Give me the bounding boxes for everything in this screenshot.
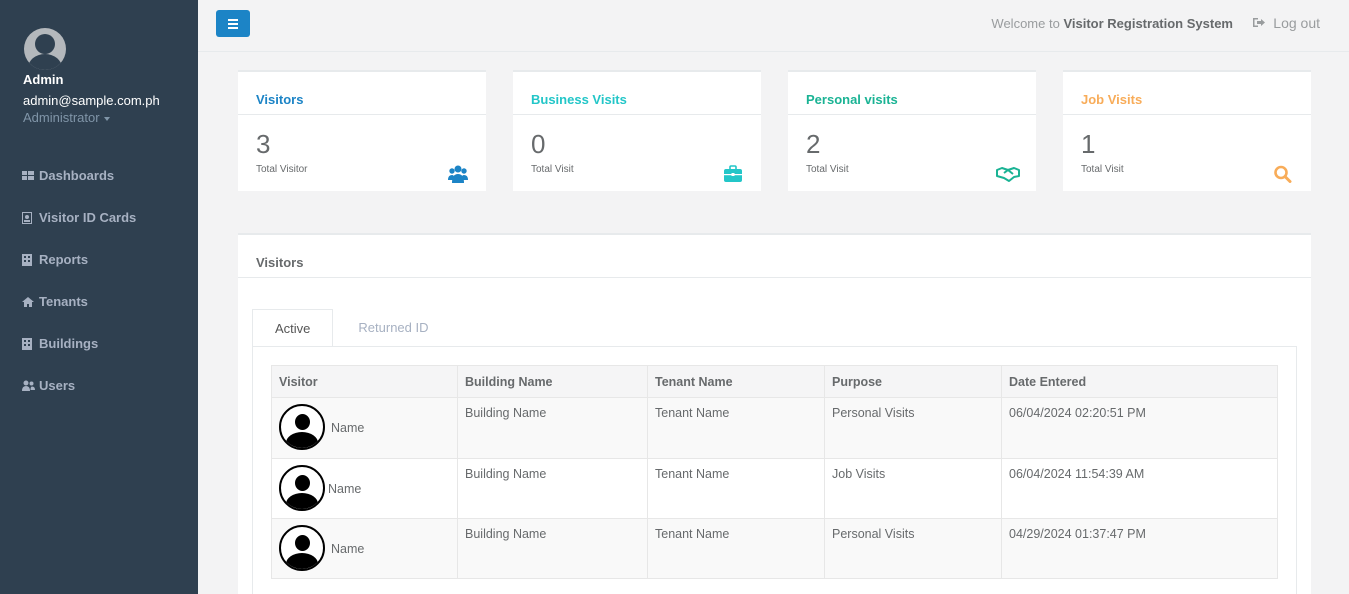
- visitors-table: Visitor Building Name Tenant Name Purpos…: [271, 365, 1278, 579]
- system-name: Visitor Registration System: [1063, 16, 1233, 31]
- tab-content: Visitor Building Name Tenant Name Purpos…: [252, 346, 1297, 594]
- purpose-cell: Personal Visits: [824, 518, 1002, 579]
- visitor-avatar: [279, 465, 325, 511]
- visitor-avatar: [279, 404, 325, 450]
- sidebar-item-label: Tenants: [39, 294, 88, 309]
- user-avatar[interactable]: [24, 28, 66, 70]
- tenant-cell: Tenant Name: [647, 458, 825, 519]
- building-cell: Building Name: [457, 397, 648, 459]
- visitors-panel: Visitors Active Returned ID Visitor Buil…: [238, 233, 1311, 594]
- sidebar-item-visitor-id-cards[interactable]: Visitor ID Cards: [22, 210, 136, 225]
- card-value: 2: [806, 129, 821, 159]
- home-icon: [22, 296, 34, 308]
- sidebar-item-label: Reports: [39, 252, 89, 267]
- building-cell: Building Name: [457, 518, 648, 579]
- sidebar-item-label: Dashboards: [39, 168, 115, 183]
- sidebar-item-buildings[interactable]: Buildings: [22, 336, 98, 351]
- purpose-cell: Personal Visits: [824, 397, 1002, 459]
- user-role-dropdown[interactable]: Administrator: [23, 110, 110, 125]
- card-value: 0: [531, 129, 546, 159]
- visitors-card: Visitors 3 Total Visitor: [238, 70, 486, 191]
- users-icon: [22, 380, 35, 392]
- column-header-purpose[interactable]: Purpose: [824, 365, 1002, 398]
- user-role-label: Administrator: [23, 110, 100, 125]
- handshake-icon: [996, 165, 1020, 183]
- card-title: Job Visits: [1063, 72, 1311, 115]
- card-value: 1: [1081, 129, 1096, 159]
- sidebar-item-label: Buildings: [39, 336, 99, 351]
- card-value: 3: [256, 129, 271, 159]
- top-navbar: Welcome to Visitor Registration System L…: [198, 0, 1349, 52]
- tab-returned-id[interactable]: Returned ID: [333, 309, 450, 347]
- column-header-tenant-name[interactable]: Tenant Name: [647, 365, 825, 398]
- visitor-name: Name: [331, 541, 365, 556]
- sidebar-item-reports[interactable]: Reports: [22, 252, 88, 267]
- card-title: Business Visits: [513, 72, 761, 115]
- search-icon: [1273, 165, 1293, 183]
- sidebar-item-label: Users: [39, 378, 76, 393]
- welcome-prefix: Welcome to: [991, 16, 1060, 31]
- card-caption: Total Visit: [806, 164, 849, 175]
- visitor-name: Name: [331, 420, 365, 435]
- user-email: admin@sample.com.ph: [23, 93, 160, 108]
- tenant-cell: Tenant Name: [647, 518, 825, 579]
- panel-title: Visitors: [238, 235, 1311, 278]
- table-row[interactable]: Name Building Name Tenant Name Personal …: [271, 397, 1278, 459]
- caret-down-icon: [103, 116, 110, 121]
- logout-link[interactable]: Log out: [1253, 15, 1320, 31]
- users-icon: [448, 165, 468, 183]
- date-cell: 06/04/2024 11:54:39 AM: [1001, 458, 1278, 519]
- main-content: Visitors 3 Total Visitor Business Visits…: [198, 52, 1349, 594]
- personal-visits-card: Personal visits 2 Total Visit: [788, 70, 1036, 191]
- date-cell: 06/04/2024 02:20:51 PM: [1001, 397, 1278, 459]
- visitor-name: Name: [328, 481, 362, 496]
- card-title: Personal visits: [788, 72, 1036, 115]
- sidebar-item-label: Visitor ID Cards: [39, 210, 137, 225]
- sidebar-item-users[interactable]: Users: [22, 378, 75, 393]
- visitor-avatar: [279, 525, 325, 571]
- sign-out-icon: [1253, 15, 1266, 31]
- sidebar-item-dashboards[interactable]: Dashboards: [22, 168, 114, 183]
- th-large-icon: [22, 170, 34, 182]
- business-visits-card: Business Visits 0 Total Visit: [513, 70, 761, 191]
- id-card-icon: [22, 211, 34, 224]
- building-icon: [22, 253, 34, 266]
- tenant-cell: Tenant Name: [647, 397, 825, 459]
- sidebar-item-tenants[interactable]: Tenants: [22, 294, 88, 309]
- table-row[interactable]: Name Building Name Tenant Name Job Visit…: [271, 458, 1278, 519]
- visitor-tabs: Active Returned ID: [252, 309, 451, 347]
- tab-active[interactable]: Active: [252, 309, 334, 347]
- user-name: Admin: [23, 72, 64, 87]
- column-header-date-entered[interactable]: Date Entered: [1001, 365, 1278, 398]
- menu-toggle-button[interactable]: [216, 10, 250, 37]
- building-icon: [22, 337, 34, 350]
- logout-label: Log out: [1273, 15, 1320, 31]
- sidebar: Admin admin@sample.com.ph Administrator …: [0, 0, 198, 594]
- date-cell: 04/29/2024 01:37:47 PM: [1001, 518, 1278, 579]
- table-row[interactable]: Name Building Name Tenant Name Personal …: [271, 518, 1278, 579]
- card-caption: Total Visit: [1081, 164, 1124, 175]
- purpose-cell: Job Visits: [824, 458, 1002, 519]
- building-cell: Building Name: [457, 458, 648, 519]
- card-caption: Total Visit: [531, 164, 574, 175]
- column-header-building-name[interactable]: Building Name: [457, 365, 648, 398]
- job-visits-card: Job Visits 1 Total Visit: [1063, 70, 1311, 191]
- card-caption: Total Visitor: [256, 164, 308, 175]
- column-header-visitor[interactable]: Visitor: [271, 365, 458, 398]
- card-title: Visitors: [238, 72, 486, 115]
- welcome-message: Welcome to Visitor Registration System: [991, 16, 1233, 31]
- briefcase-icon: [723, 165, 743, 183]
